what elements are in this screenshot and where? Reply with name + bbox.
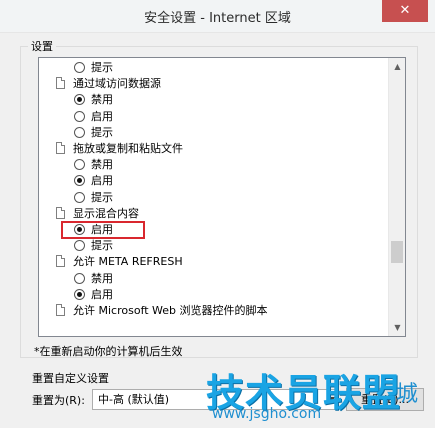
radio-unchecked-icon[interactable] (74, 191, 85, 203)
chevron-down-icon: ▼ (394, 323, 401, 332)
chevron-up-icon: ▲ (394, 62, 401, 71)
watermark-side-text: 城 (396, 382, 419, 407)
option-label: 禁用 (91, 158, 113, 172)
radio-unchecked-icon[interactable] (74, 126, 85, 138)
option-label: 启用 (91, 174, 113, 188)
setting-label: 允许 Microsoft Web 浏览器控件的脚本 (73, 304, 268, 317)
setting-label: 显示混合内容 (73, 206, 139, 220)
scrollbar-thumb[interactable] (391, 241, 403, 263)
document-icon (56, 77, 65, 90)
setting-label: 允许 META REFRESH (73, 255, 183, 269)
window-title: 安全设置 - Internet 区域 (144, 11, 291, 26)
radio-checked-icon[interactable] (74, 94, 85, 106)
radio-checked-icon[interactable] (74, 175, 85, 187)
option-label: 提示 (91, 125, 113, 139)
option-label: 禁用 (91, 271, 113, 285)
document-icon (56, 255, 65, 268)
option-label: 提示 (91, 61, 113, 74)
settings-tree[interactable]: 提示 通过域访问数据源 禁用 启用 提示 拖放或复制和粘贴文件 禁用 启用 提示 显示混合内容 启用… (38, 57, 406, 337)
setting-label: 拖放或复制和粘贴文件 (73, 142, 183, 155)
highlight-box (61, 221, 145, 239)
document-icon (56, 142, 65, 154)
reset-to-label: 重置为(R): (32, 394, 85, 407)
close-button[interactable]: ✕ (382, 0, 428, 22)
scroll-down-button[interactable]: ▼ (389, 319, 405, 336)
watermark-url: www.jsgho.com (212, 406, 322, 422)
reset-group-label: 重置自定义设置 (32, 372, 109, 385)
option-label: 禁用 (91, 93, 113, 107)
document-icon (56, 304, 65, 316)
scroll-up-button[interactable]: ▲ (389, 58, 405, 75)
vertical-scrollbar[interactable]: ▲ ▼ (388, 58, 405, 336)
setting-label: 通过域访问数据源 (73, 77, 161, 91)
radio-unchecked-icon[interactable] (74, 272, 85, 284)
watermark-logo: 技术员联盟 www.jsgho.com 城 (206, 362, 435, 428)
radio-unchecked-icon[interactable] (74, 110, 85, 122)
document-icon (56, 206, 65, 219)
option-label: 提示 (91, 190, 113, 204)
radio-unchecked-icon[interactable] (74, 62, 85, 73)
title-bar: 安全设置 - Internet 区域 ✕ (0, 0, 435, 33)
radio-unchecked-icon[interactable] (74, 159, 85, 171)
option-label: 提示 (91, 239, 113, 253)
reset-level-value: 中-高 (默认值) (98, 393, 170, 406)
radio-unchecked-icon[interactable] (74, 240, 85, 252)
radio-checked-icon[interactable] (74, 288, 85, 300)
settings-group-label: 设置 (28, 38, 56, 54)
option-label: 启用 (91, 109, 113, 123)
settings-tree-list: 提示 通过域访问数据源 禁用 启用 提示 拖放或复制和粘贴文件 禁用 启用 提示 显示混合内容 启用… (39, 58, 388, 336)
restart-note: *在重新启动你的计算机后生效 (34, 345, 183, 358)
close-icon: ✕ (399, 3, 411, 18)
option-label: 启用 (91, 287, 113, 301)
